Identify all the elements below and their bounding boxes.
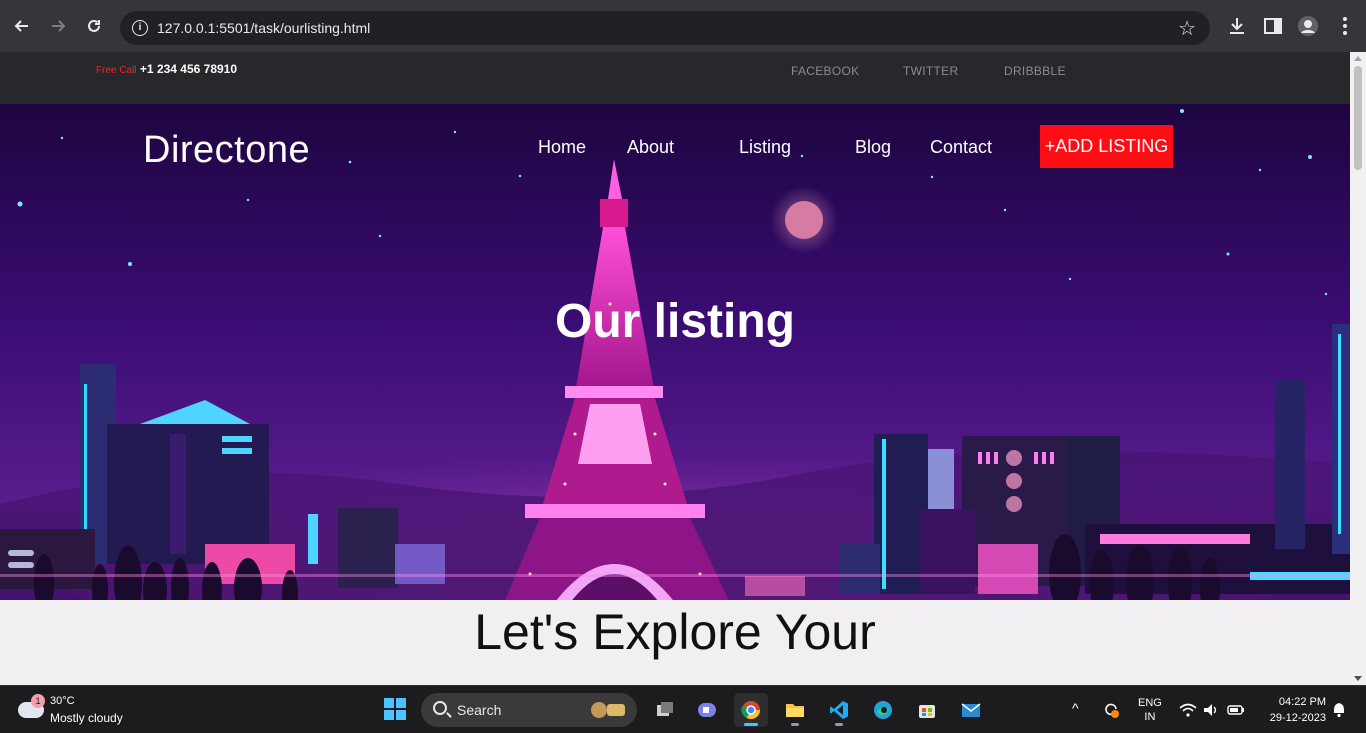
hero-title: Our listing — [555, 295, 795, 348]
contact-topbar: Free Call +1 234 456 78910 FACEBOOK TWIT… — [0, 52, 1350, 104]
windows-start-icon[interactable] — [384, 698, 406, 720]
chevron-up-icon[interactable]: ^ — [1072, 700, 1079, 716]
notification-bell-icon[interactable] — [1330, 701, 1348, 719]
scroll-up-icon[interactable] — [1354, 56, 1362, 61]
folder-icon — [786, 704, 804, 717]
brand-logo[interactable]: Directone — [143, 129, 310, 172]
language-code: ENG — [1138, 697, 1162, 709]
nav-home[interactable]: Home — [538, 137, 586, 158]
profile-avatar-icon[interactable] — [1297, 15, 1319, 37]
free-call: Free Call +1 234 456 78910 — [96, 62, 237, 76]
reload-icon — [88, 19, 100, 32]
arrow-right-icon — [52, 20, 66, 32]
star-icon[interactable]: ☆ — [1178, 16, 1196, 41]
search-label: Search — [457, 702, 502, 718]
dribbble-link[interactable]: DRIBBBLE — [1004, 64, 1066, 78]
nav-listing[interactable]: Listing — [739, 137, 791, 158]
chrome-app-button[interactable] — [734, 693, 768, 727]
wifi-icon[interactable] — [1179, 701, 1197, 719]
region-code: IN — [1144, 711, 1156, 723]
system-clock[interactable]: 04:22 PM 29-12-2023 — [1258, 694, 1326, 726]
windows-taskbar: 1 30°C Mostly cloudy Search ^ ENG IN 04:… — [0, 685, 1366, 733]
task-view-button[interactable] — [648, 693, 682, 727]
moon — [785, 201, 823, 239]
forward-button[interactable] — [46, 14, 70, 38]
twitter-link[interactable]: TWITTER — [903, 64, 958, 78]
facebook-link[interactable]: FACEBOOK — [791, 64, 859, 78]
active-indicator — [744, 723, 758, 726]
battery-icon[interactable] — [1227, 701, 1245, 719]
back-button[interactable] — [10, 14, 34, 38]
url-text[interactable]: 127.0.0.1:5501/task/ourlisting.html — [157, 20, 370, 36]
night-city-eiffel-illustration — [0, 104, 1350, 600]
nav-contact[interactable]: Contact — [930, 137, 992, 158]
nav-blog[interactable]: Blog — [855, 137, 891, 158]
temperature: 30°C — [50, 695, 75, 707]
weather-widget[interactable]: 1 30°C Mostly cloudy — [14, 692, 144, 728]
vscode-button[interactable] — [822, 693, 856, 727]
scroll-down-icon[interactable] — [1354, 676, 1362, 681]
search-highlight-icon — [591, 702, 625, 718]
language-indicator[interactable]: ENG IN — [1138, 696, 1162, 724]
search-icon — [433, 701, 447, 715]
teams-chat-button[interactable] — [690, 693, 724, 727]
browser-toolbar: i 127.0.0.1:5501/task/ourlisting.html ☆ — [0, 0, 1366, 52]
clock-time: 04:22 PM — [1278, 696, 1326, 708]
running-indicator — [835, 723, 843, 726]
clock-date: 29-12-2023 — [1269, 712, 1326, 724]
side-panel-icon[interactable] — [1262, 15, 1284, 37]
running-indicator — [791, 723, 799, 726]
free-call-label: Free Call — [96, 65, 137, 76]
reload-button[interactable] — [82, 14, 106, 38]
file-explorer-button[interactable] — [778, 693, 812, 727]
page-viewport: Free Call +1 234 456 78910 FACEBOOK TWIT… — [0, 52, 1350, 685]
store-icon — [919, 705, 935, 718]
vscode-icon — [830, 701, 848, 719]
chrome-icon — [741, 701, 760, 720]
taskbar-search[interactable]: Search — [421, 693, 637, 727]
mail-button[interactable] — [954, 693, 988, 727]
edge-button[interactable] — [866, 693, 900, 727]
chat-icon — [698, 703, 716, 717]
volume-icon[interactable] — [1202, 701, 1220, 719]
store-button[interactable] — [910, 693, 944, 727]
site-info-icon[interactable]: i — [132, 20, 148, 36]
add-listing-button[interactable]: +ADD LISTING — [1040, 125, 1173, 168]
scrollbar-thumb[interactable] — [1354, 66, 1362, 170]
arrow-left-icon — [14, 20, 28, 32]
page-scrollbar[interactable] — [1350, 52, 1366, 685]
weather-condition: Mostly cloudy — [50, 711, 123, 725]
nav-about[interactable]: About — [627, 137, 674, 158]
task-view-icon — [657, 702, 673, 716]
menu-dots-icon[interactable] — [1334, 15, 1356, 37]
sync-icon[interactable] — [1102, 701, 1120, 719]
address-bar[interactable]: i 127.0.0.1:5501/task/ourlisting.html ☆ — [120, 11, 1210, 45]
edge-icon — [874, 701, 892, 719]
hero-banner: Directone Home About Listing Blog Contac… — [0, 104, 1350, 600]
notification-badge: 1 — [31, 694, 45, 708]
download-icon[interactable] — [1226, 15, 1248, 37]
phone-number[interactable]: +1 234 456 78910 — [140, 62, 237, 76]
mail-icon — [961, 703, 981, 717]
explore-heading: Let's Explore Your — [474, 604, 876, 660]
